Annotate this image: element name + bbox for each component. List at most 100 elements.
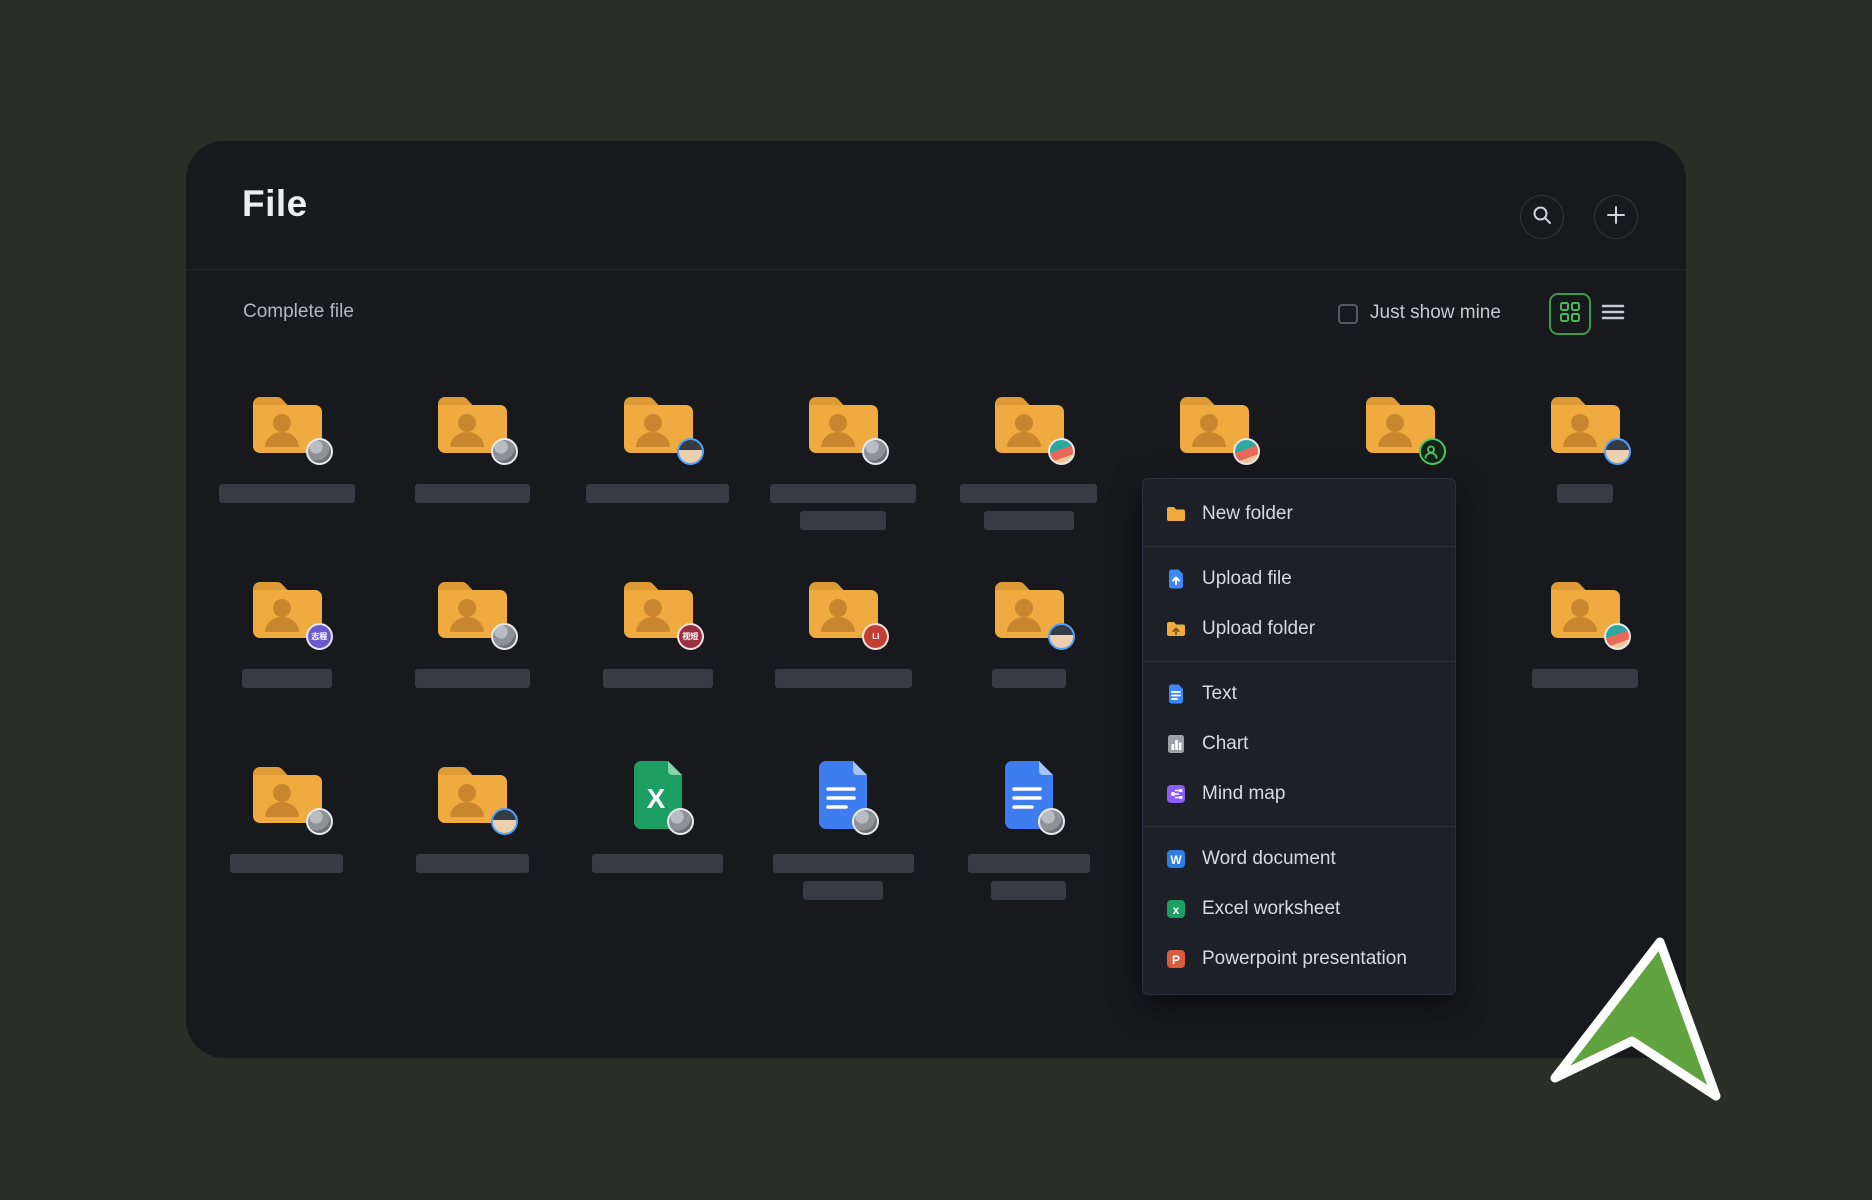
chart-icon [1165,733,1187,755]
just-show-mine-label[interactable]: Just show mine [1370,302,1501,324]
mind-map-icon [1165,783,1187,805]
file-name-placeholder [242,669,332,688]
search-icon [1532,205,1552,230]
file-item[interactable] [194,758,380,943]
file-name-placeholder [991,881,1066,900]
avatar-cat [852,808,879,835]
file-item[interactable] [751,758,937,943]
menu-item-label: Mind map [1202,783,1285,805]
svg-text:W: W [1170,853,1182,867]
file-name-placeholder [1557,484,1613,503]
folder-icon [432,388,512,460]
avatar-cat [667,808,694,835]
avatar-cat [491,438,518,465]
file-item[interactable]: LI [751,573,937,758]
file-name-placeholder [592,854,723,873]
svg-text:X: X [646,783,665,814]
avatar-boy [491,808,518,835]
search-button[interactable] [1520,195,1564,239]
menu-item-upload-file[interactable]: Upload file [1143,554,1455,604]
folder-icon [432,758,512,830]
upload-file-icon [1165,568,1187,590]
file-item[interactable] [936,573,1122,758]
word-icon: W [1165,848,1187,870]
file-name-placeholder [803,881,883,900]
avatar-boy [1048,623,1075,650]
file-item[interactable] [936,388,1122,573]
avatar-cat [491,623,518,650]
powerpoint-icon: P [1165,948,1187,970]
grid-view-button[interactable] [1549,293,1591,335]
file-name-placeholder [603,669,713,688]
doc-icon [999,758,1059,830]
folder-icon: 志程 [247,573,327,645]
file-item[interactable]: X [565,758,751,943]
avatar-label: 视短 [677,623,704,650]
list-view-button[interactable] [1598,301,1628,327]
menu-divider [1143,826,1455,827]
menu-item-excel[interactable]: xExcel worksheet [1143,884,1455,934]
file-item[interactable] [1493,573,1679,758]
file-item[interactable] [380,388,566,573]
file-item[interactable] [380,758,566,943]
file-name-placeholder [415,669,530,688]
context-menu: New folder Upload file Upload folder Text Ch… [1142,478,1456,995]
menu-item-mind-map[interactable]: Mind map [1143,769,1455,819]
menu-item-new-folder[interactable]: New folder [1143,489,1455,539]
file-item[interactable] [1493,388,1679,573]
file-name-placeholder [230,854,343,873]
folder-icon [989,388,1069,460]
file-name-placeholder [984,511,1074,530]
avatar-cat [862,438,889,465]
file-item[interactable] [936,758,1122,943]
file-item[interactable] [380,573,566,758]
menu-item-label: Upload folder [1202,618,1315,640]
menu-item-label: Powerpoint presentation [1202,948,1407,970]
menu-item-upload-folder[interactable]: Upload folder [1143,604,1455,654]
menu-item-label: Excel worksheet [1202,898,1340,920]
menu-item-word[interactable]: W Word document [1143,834,1455,884]
file-name-placeholder [800,511,886,530]
file-name-placeholder [219,484,355,503]
file-name-placeholder [968,854,1090,873]
file-item[interactable] [751,388,937,573]
folder-icon [1545,388,1625,460]
page-title: File [242,183,308,225]
avatar-boy [677,438,704,465]
file-name-placeholder [586,484,729,503]
folder-icon [247,388,327,460]
add-button[interactable] [1594,195,1638,239]
menu-item-text-doc[interactable]: Text [1143,669,1455,719]
file-item[interactable]: 视短 [565,573,751,758]
folder-icon [618,388,698,460]
file-name-placeholder [960,484,1097,503]
folder-icon [1545,573,1625,645]
menu-item-chart[interactable]: Chart [1143,719,1455,769]
just-show-mine-checkbox[interactable] [1338,304,1358,324]
menu-divider [1143,546,1455,547]
file-name-placeholder [770,484,916,503]
avatar-boy [1604,438,1631,465]
file-item[interactable] [565,388,751,573]
menu-divider [1143,661,1455,662]
avatar-label: LI [862,623,889,650]
file-name-placeholder [992,669,1066,688]
avatar-girl [1233,438,1260,465]
menu-item-label: Word document [1202,848,1336,870]
menu-item-label: Text [1202,683,1237,705]
file-name-placeholder [1532,669,1638,688]
file-name-placeholder [773,854,914,873]
avatar-cat [306,438,333,465]
folder-icon [247,758,327,830]
plus-icon [1606,205,1626,230]
file-item[interactable]: 志程 [194,573,380,758]
file-name-placeholder [416,854,529,873]
avatar-cat [1038,808,1065,835]
menu-item-powerpoint[interactable]: P Powerpoint presentation [1143,934,1455,984]
avatar-cat [306,808,333,835]
avatar-girl [1048,438,1075,465]
file-item[interactable] [194,388,380,573]
avatar-label: 志程 [306,623,333,650]
list-view-icon [1601,302,1625,327]
file-name-placeholder [775,669,912,688]
